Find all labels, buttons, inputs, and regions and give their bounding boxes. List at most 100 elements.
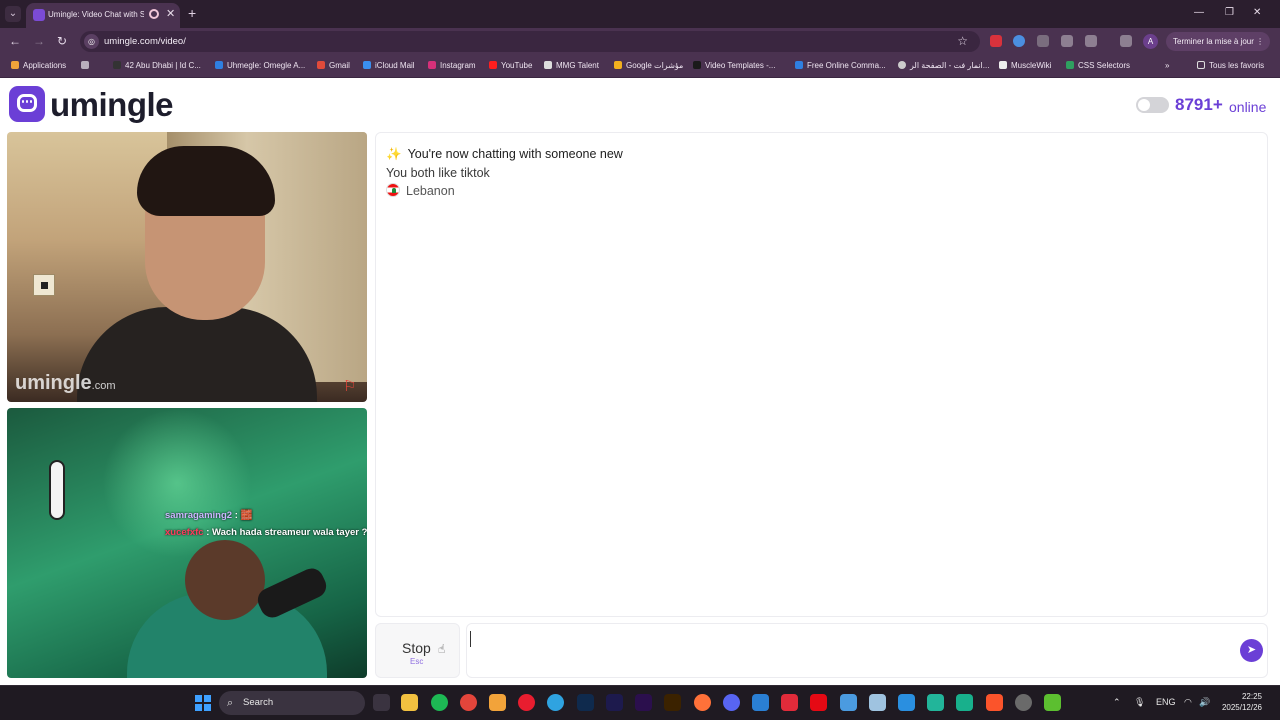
stream-logo-icon — [49, 460, 65, 520]
tray-chevron-icon[interactable]: ⌃ — [1113, 696, 1121, 708]
firefox-icon[interactable] — [694, 694, 711, 711]
recording-indicator-icon — [149, 9, 159, 19]
chrome-icon[interactable] — [460, 694, 477, 711]
tab-search-chevron-icon[interactable]: ⌄ — [5, 6, 21, 22]
window-close-icon[interactable]: ✕ — [1253, 6, 1261, 20]
brave-icon[interactable] — [986, 694, 1003, 711]
stop-label: Stop — [402, 640, 431, 656]
taskbar-clock[interactable]: 22:25 2025/12/26 — [1220, 691, 1262, 713]
new-tab-plus-icon[interactable]: + — [188, 5, 196, 21]
instagram-icon — [428, 61, 436, 69]
file-explorer-icon[interactable] — [401, 694, 418, 711]
grid-icon — [81, 61, 89, 69]
taskbar-search-box[interactable]: ⌕ Search — [219, 691, 365, 715]
bookmark-youtube[interactable]: YouTube — [489, 60, 532, 72]
profile-avatar[interactable]: A — [1143, 34, 1158, 49]
browser-tab-strip: ⌄ Umingle: Video Chat with S ✕ + — ❐ ✕ — [0, 0, 1280, 28]
task-view-icon[interactable] — [373, 694, 390, 711]
bookmark-icloud-mail[interactable]: iCloud Mail — [363, 60, 415, 72]
browser-tab-umingle[interactable]: Umingle: Video Chat with S ✕ — [26, 3, 180, 28]
fl-studio-icon[interactable] — [489, 694, 506, 711]
common-interest-message: You both like tiktok — [386, 166, 490, 180]
extension-headphones-icon[interactable] — [1061, 35, 1073, 47]
netflix-icon[interactable] — [810, 694, 827, 711]
theme-toggle[interactable] — [1136, 97, 1169, 113]
forward-arrow-icon[interactable]: → — [33, 34, 45, 48]
opera-icon[interactable] — [518, 694, 535, 711]
site-info-icon[interactable]: ◎ — [84, 34, 99, 49]
minimize-icon[interactable]: — — [1194, 6, 1204, 20]
icloud-icon — [363, 61, 371, 69]
apps-grid-icon — [11, 61, 19, 69]
send-message-icon[interactable]: ➤ — [1240, 639, 1263, 662]
umingle-logo-text[interactable]: umingle — [50, 85, 174, 125]
volume-icon[interactable]: 🔊 — [1199, 696, 1210, 708]
streamer-head — [185, 540, 265, 620]
bookmark-grid-icon[interactable] — [81, 60, 93, 72]
bookmark-mmg-talent[interactable]: MMG Talent — [544, 60, 599, 72]
app-red-icon[interactable] — [781, 694, 798, 711]
stop-button[interactable]: Stop Esc ☝ — [375, 623, 460, 678]
app-play-icon[interactable] — [1044, 694, 1061, 711]
bookmark-css-selectors[interactable]: CSS Selectors — [1066, 60, 1130, 72]
mmg-icon — [544, 61, 552, 69]
photoshop-icon[interactable] — [577, 694, 594, 711]
bookmark-arabic-page[interactable]: انمار فت - الصفحة الر... — [898, 60, 989, 72]
app-blue-icon[interactable] — [840, 694, 857, 711]
bookmark-free-online-command[interactable]: Free Online Comma... — [795, 60, 886, 72]
app-green-icon[interactable] — [956, 694, 973, 711]
extension-blue-icon[interactable] — [1013, 35, 1025, 47]
back-arrow-icon[interactable]: ← — [9, 34, 21, 48]
clock-time: 22:25 — [1241, 692, 1262, 701]
update-browser-button[interactable]: Terminer la mise à jour ⋮ — [1166, 32, 1270, 51]
bookmark-42-abu-dhabi[interactable]: 42 Abu Dhabi | Id C... — [113, 60, 201, 72]
bookmark-musclewiki[interactable]: MuscleWiki — [999, 60, 1051, 72]
templates-icon — [693, 61, 701, 69]
extensions-puzzle-icon[interactable] — [1085, 35, 1097, 47]
bookmark-gmail[interactable]: Gmail — [317, 60, 350, 72]
online-label: online — [1229, 99, 1267, 115]
bookmark-google-trends[interactable]: Google مؤشرات — [614, 60, 683, 72]
reload-icon[interactable]: ↻ — [57, 34, 67, 48]
wifi-icon[interactable]: ◠ — [1184, 696, 1192, 708]
url-text: umingle.com/video/ — [104, 36, 186, 47]
language-indicator[interactable]: ENG — [1156, 696, 1176, 708]
tab-close-icon[interactable]: ✕ — [166, 7, 175, 21]
microphone-icon[interactable]: 🎙 — [1134, 696, 1145, 708]
all-bookmarks-folder[interactable]: Tous les favoris — [1197, 60, 1264, 72]
capture-icon[interactable] — [752, 694, 769, 711]
premiere-icon[interactable] — [635, 694, 652, 711]
extension-grid-icon[interactable] — [1037, 35, 1049, 47]
bookmarks-bar: Applications 42 Abu Dhabi | Id C... Uhme… — [0, 55, 1280, 78]
text-caret — [470, 631, 471, 647]
self-video: samragaming2 : 🧱 xucefxfc : Wach hada st… — [7, 408, 367, 678]
after-effects-icon[interactable] — [606, 694, 623, 711]
umingle-watermark: umingle.com — [15, 372, 116, 394]
illustrator-icon[interactable] — [664, 694, 681, 711]
message-input[interactable] — [466, 623, 1268, 678]
windows-start-icon[interactable] — [195, 695, 211, 711]
42-logo-icon — [113, 61, 121, 69]
app-mountain-icon[interactable] — [869, 694, 886, 711]
spotify-icon[interactable] — [431, 694, 448, 711]
bookmark-instagram[interactable]: Instagram — [428, 60, 476, 72]
address-bar[interactable]: ◎ umingle.com/video/ ☆ — [80, 31, 980, 52]
bookmark-uhmegle[interactable]: Uhmegle: Omegle A... — [215, 60, 305, 72]
app-teal-icon[interactable] — [927, 694, 944, 711]
vscode-icon[interactable] — [898, 694, 915, 711]
umingle-logo-icon[interactable] — [9, 86, 45, 122]
bookmark-star-icon[interactable]: ☆ — [957, 34, 968, 48]
bookmark-video-templates[interactable]: Video Templates -... — [693, 60, 775, 72]
bookmark-applications[interactable]: Applications — [11, 60, 66, 72]
discord-icon[interactable] — [723, 694, 740, 711]
report-flag-icon[interactable]: ⚐ — [343, 379, 362, 395]
app-settings-icon[interactable] — [1015, 694, 1032, 711]
media-control-icon[interactable] — [1120, 35, 1132, 47]
bookmarks-overflow-icon[interactable]: » — [1165, 60, 1169, 72]
lebanon-flag-icon — [386, 183, 400, 197]
maximize-icon[interactable]: ❐ — [1225, 6, 1234, 20]
edge-icon[interactable] — [547, 694, 564, 711]
sparkle-icon: ✨ — [386, 147, 402, 161]
extension-red-icon[interactable] — [990, 35, 1002, 47]
windows-taskbar: ⌕ Search ⌃ 🎙 ENG ◠ 🔊 22:25 2025/12/26 — [0, 685, 1280, 720]
